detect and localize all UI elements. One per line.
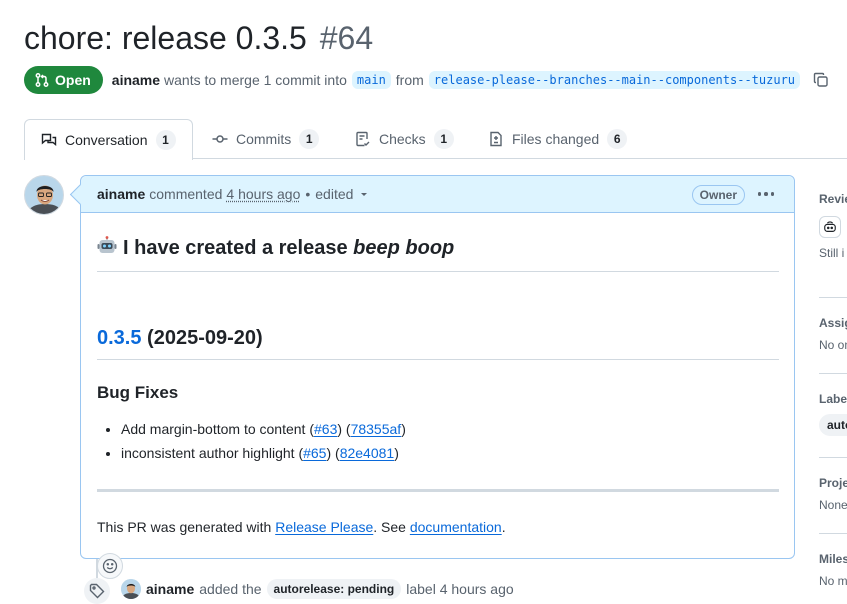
labels-heading[interactable]: Labe (819, 392, 847, 406)
comment-author[interactable]: ainame (97, 186, 145, 202)
commit-link[interactable]: 82e4081 (340, 445, 395, 461)
pr-title: chore: release 0.3.5 #64 (24, 18, 373, 58)
divider (819, 457, 847, 458)
robot-icon (97, 236, 117, 256)
pr-number: #64 (320, 20, 373, 56)
owner-badge: Owner (692, 185, 745, 205)
base-branch[interactable]: main (352, 71, 391, 89)
add-reaction-button[interactable] (97, 553, 123, 579)
item-text: inconsistent author highlight ( (121, 445, 303, 461)
commit-link[interactable]: 78355af (351, 421, 402, 437)
divider (97, 489, 779, 492)
edited-label: edited (315, 186, 353, 202)
heading-text: I have created a release (123, 237, 348, 259)
event-suffix: label 4 hours ago (406, 581, 513, 597)
release-please-link[interactable]: Release Please (275, 519, 373, 535)
divider (819, 373, 847, 374)
tab-label: Conversation (65, 132, 148, 148)
pr-title-text: chore: release 0.3.5 (24, 20, 307, 56)
avatar[interactable] (121, 579, 141, 599)
tab-label: Checks (379, 131, 426, 147)
changes-list: Add margin-bottom to content (#63) (7835… (121, 417, 406, 465)
reviewers-status: Still i (819, 246, 847, 260)
comment-action: commented (149, 186, 222, 202)
label-pill[interactable]: auto (819, 414, 847, 436)
sidebar-milestone: Miles No m (819, 552, 847, 588)
generated-note: This PR was generated with Release Pleas… (97, 517, 506, 537)
pr-link[interactable]: #63 (314, 421, 337, 437)
state-label: Open (55, 72, 91, 88)
comment-box: ainame commented 4 hours ago • edited Ow… (80, 175, 795, 559)
milestone-value: No m (819, 574, 847, 588)
tab-counter: 1 (434, 129, 454, 149)
version-heading: 0.3.5 (2025-09-20) (97, 321, 779, 360)
timeline-label-event: ainame added the autorelease: pending la… (121, 579, 514, 599)
tab-counter: 6 (607, 129, 627, 149)
event-author[interactable]: ainame (146, 581, 194, 597)
git-pull-request-icon (34, 72, 50, 88)
version-date: (2025-09-20) (147, 327, 263, 349)
pr-author-link[interactable]: ainame (112, 72, 160, 88)
note-text: . See (373, 519, 406, 535)
list-item: Add margin-bottom to content (#63) (7835… (121, 417, 406, 441)
comment-header: ainame commented 4 hours ago • edited Ow… (81, 176, 794, 213)
sidebar-reviewers: Revie Still i (819, 192, 847, 260)
tab-checks[interactable]: Checks 1 (355, 119, 454, 159)
pr-tabs: Conversation 1 Commits 1 Checks 1 Files … (24, 119, 847, 159)
merge-text: wants to merge 1 commit into (164, 72, 347, 88)
projects-value: None (819, 498, 847, 512)
pr-meta: Open ainame wants to merge 1 commit into… (24, 66, 829, 94)
copy-icon[interactable] (813, 72, 829, 88)
release-heading: I have created a release beep boop (97, 233, 779, 272)
divider (819, 297, 847, 298)
sidebar-assignees: Assig No on (819, 316, 847, 352)
note-text: . (502, 519, 506, 535)
file-diff-icon (488, 131, 504, 147)
avatar[interactable] (24, 175, 64, 215)
kebab-horizontal-icon[interactable] (758, 185, 775, 203)
item-text: Add margin-bottom to content ( (121, 421, 314, 437)
comment-timestamp[interactable]: 4 hours ago (226, 186, 300, 202)
git-commit-icon (212, 131, 228, 147)
tab-counter: 1 (299, 129, 319, 149)
triangle-down-icon (359, 189, 369, 199)
assignees-heading[interactable]: Assig (819, 316, 847, 330)
list-item: inconsistent author highlight (#65) (82e… (121, 441, 406, 465)
comment-discussion-icon (41, 132, 57, 148)
smiley-icon (102, 558, 118, 574)
reviewers-heading[interactable]: Revie (819, 192, 847, 206)
documentation-link[interactable]: documentation (410, 519, 502, 535)
tab-label: Files changed (512, 131, 599, 147)
from-text: from (396, 72, 424, 88)
separator-dot: • (305, 186, 310, 202)
tab-counter: 1 (156, 130, 176, 150)
item-text: ) (394, 445, 399, 461)
tab-conversation[interactable]: Conversation 1 (24, 119, 193, 160)
heading-italic: beep boop (353, 237, 454, 259)
projects-heading[interactable]: Proje (819, 476, 847, 490)
tag-icon (84, 578, 110, 604)
sidebar-projects: Proje None (819, 476, 847, 512)
divider (819, 533, 847, 534)
event-text: added the (199, 581, 261, 597)
assignees-value: No on (819, 338, 847, 352)
item-text: ) (401, 421, 406, 437)
head-branch[interactable]: release-please--branches--main--componen… (429, 71, 800, 89)
edited-dropdown[interactable]: edited (315, 186, 369, 202)
label-pill[interactable]: autorelease: pending (267, 579, 402, 599)
item-text: ) ( (337, 421, 350, 437)
checklist-icon (355, 131, 371, 147)
version-link[interactable]: 0.3.5 (97, 327, 141, 349)
section-heading: Bug Fixes (97, 381, 178, 405)
note-text: This PR was generated with (97, 519, 271, 535)
tab-label: Commits (236, 131, 291, 147)
pr-link[interactable]: #65 (303, 445, 326, 461)
state-badge: Open (24, 66, 103, 94)
item-text: ) ( (326, 445, 339, 461)
tab-files-changed[interactable]: Files changed 6 (488, 119, 627, 159)
milestone-heading[interactable]: Miles (819, 552, 847, 566)
copilot-icon[interactable] (819, 216, 841, 238)
sidebar-labels: Labe auto (819, 392, 847, 436)
tab-commits[interactable]: Commits 1 (212, 119, 319, 159)
